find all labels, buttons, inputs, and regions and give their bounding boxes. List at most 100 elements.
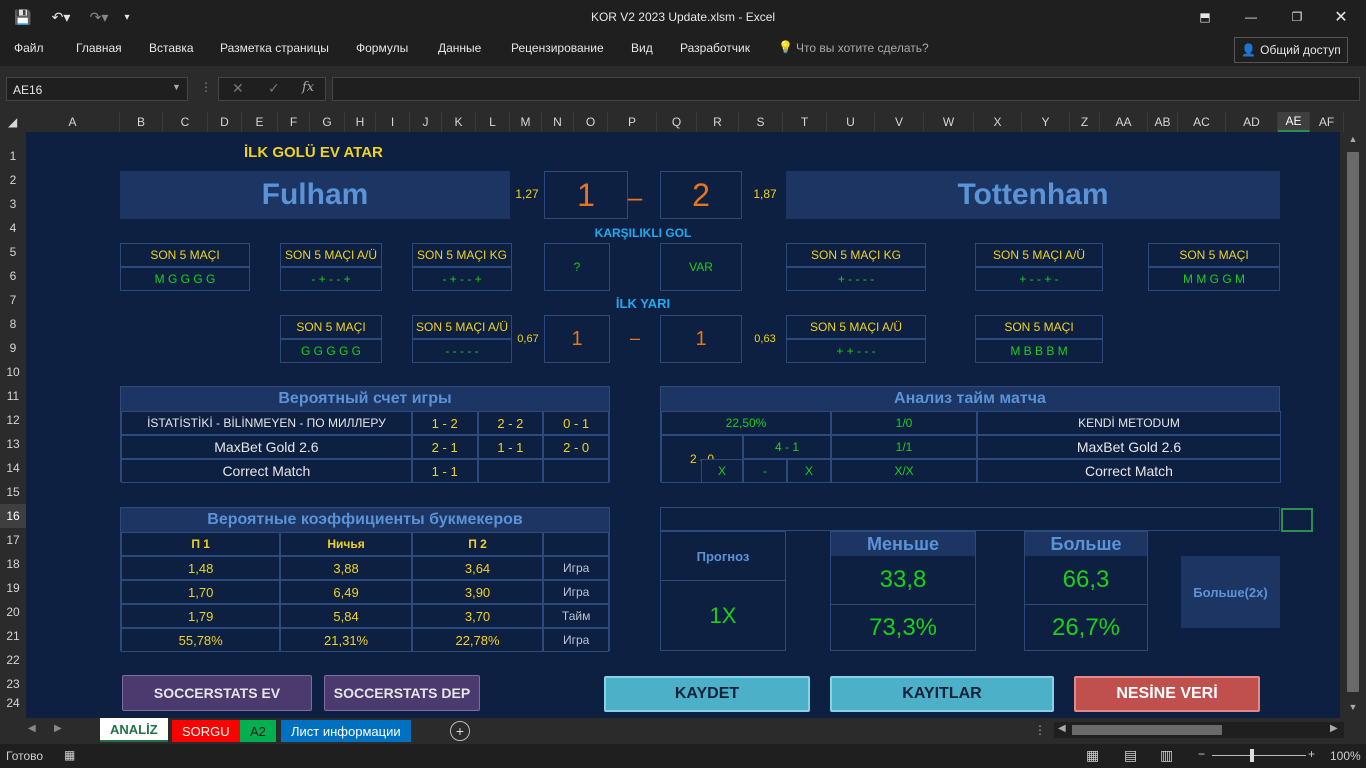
column-header[interactable]: E: [242, 112, 278, 132]
row-header[interactable]: 20: [0, 600, 26, 624]
h-scroll-thumb[interactable]: [1072, 725, 1222, 735]
column-header[interactable]: F: [278, 112, 310, 132]
column-header[interactable]: S: [739, 112, 783, 132]
column-header[interactable]: Q: [657, 112, 697, 132]
column-header[interactable]: V: [875, 112, 924, 132]
sheet-tab-info[interactable]: Лист информации: [281, 720, 411, 742]
column-header[interactable]: W: [924, 112, 974, 132]
row-header[interactable]: 7: [0, 288, 26, 312]
restore-icon[interactable]: ❐: [1286, 7, 1308, 27]
scroll-left-icon[interactable]: ◀: [1058, 723, 1066, 734]
row-header[interactable]: 1: [0, 144, 26, 168]
macro-record-icon[interactable]: ▦: [64, 748, 75, 762]
close-icon[interactable]: ✕: [1330, 7, 1352, 27]
column-header[interactable]: P: [608, 112, 657, 132]
column-header[interactable]: H: [345, 112, 376, 132]
next-sheet-icon[interactable]: ▶: [54, 723, 62, 734]
column-header[interactable]: I: [376, 112, 410, 132]
ribbon-display-icon[interactable]: ⬒: [1194, 7, 1216, 27]
zoom-thumb[interactable]: [1250, 749, 1254, 762]
row-header[interactable]: 10: [0, 360, 26, 384]
prev-sheet-icon[interactable]: ◀: [28, 723, 36, 734]
soccerstats-dep-button[interactable]: SOCCERSTATS DEP: [324, 675, 480, 711]
zoom-slider[interactable]: [1212, 755, 1306, 756]
row-header[interactable]: 23: [0, 672, 26, 696]
column-header[interactable]: X: [974, 112, 1022, 132]
row-header[interactable]: 8: [0, 312, 26, 336]
minimize-icon[interactable]: —: [1240, 7, 1262, 27]
tab-page-layout[interactable]: Разметка страницы: [220, 41, 329, 55]
redo-icon[interactable]: ↷▾: [84, 8, 114, 26]
cancel-icon[interactable]: ✕: [232, 80, 244, 97]
column-header[interactable]: O: [574, 112, 608, 132]
more-dots-icon[interactable]: ⋮: [1034, 723, 1046, 737]
column-header[interactable]: U: [827, 112, 875, 132]
column-header[interactable]: Y: [1022, 112, 1070, 132]
scroll-down-icon[interactable]: ▼: [1345, 702, 1361, 712]
tell-me-box[interactable]: Что вы хотите сделать?: [796, 41, 929, 55]
row-header[interactable]: 18: [0, 552, 26, 576]
row-header[interactable]: 13: [0, 432, 26, 456]
name-box[interactable]: AE16: [6, 77, 188, 101]
chevron-down-icon[interactable]: ▼: [172, 82, 181, 92]
row-header[interactable]: 3: [0, 192, 26, 216]
row-header[interactable]: 5: [0, 240, 26, 264]
column-header[interactable]: Z: [1070, 112, 1100, 132]
column-header[interactable]: A: [26, 112, 120, 132]
row-header[interactable]: 11: [0, 384, 26, 408]
tab-file[interactable]: Файл: [14, 41, 44, 55]
select-all-icon[interactable]: ◢: [8, 115, 17, 129]
row-header[interactable]: 24: [0, 696, 26, 710]
share-button[interactable]: 👤 Общий доступ: [1234, 37, 1348, 63]
row-header[interactable]: 12: [0, 408, 26, 432]
soccerstats-ev-button[interactable]: SOCCERSTATS EV: [122, 675, 312, 711]
page-break-icon[interactable]: ▥: [1160, 747, 1173, 764]
add-sheet-icon[interactable]: +: [450, 721, 470, 741]
zoom-in-icon[interactable]: +: [1308, 747, 1315, 761]
zoom-out-icon[interactable]: −: [1198, 747, 1205, 761]
column-header[interactable]: N: [542, 112, 574, 132]
selected-cell[interactable]: [1281, 508, 1313, 532]
column-header[interactable]: G: [310, 112, 345, 132]
column-header[interactable]: B: [120, 112, 163, 132]
function-icon[interactable]: fx: [302, 80, 314, 95]
kaydet-button[interactable]: KAYDET: [604, 676, 810, 712]
zoom-level[interactable]: 100%: [1330, 749, 1361, 763]
tab-formulas[interactable]: Формулы: [356, 41, 408, 55]
column-header[interactable]: L: [476, 112, 510, 132]
row-header[interactable]: 6: [0, 264, 26, 288]
row-header[interactable]: 16: [0, 504, 26, 528]
undo-icon[interactable]: ↶▾: [46, 8, 76, 26]
tab-data[interactable]: Данные: [438, 41, 481, 55]
save-icon[interactable]: 💾: [14, 8, 32, 26]
column-header[interactable]: AD: [1226, 112, 1278, 132]
enter-icon[interactable]: ✓: [268, 80, 280, 97]
column-header[interactable]: K: [442, 112, 476, 132]
column-header[interactable]: D: [208, 112, 242, 132]
row-header[interactable]: 2: [0, 168, 26, 192]
tab-home[interactable]: Главная: [76, 41, 122, 55]
scroll-up-icon[interactable]: ▲: [1345, 134, 1361, 144]
scroll-right-icon[interactable]: ▶: [1330, 723, 1338, 734]
nesine-button[interactable]: NESİNE VERİ: [1074, 676, 1260, 712]
column-header[interactable]: AE: [1278, 112, 1310, 132]
column-header[interactable]: J: [410, 112, 442, 132]
column-header[interactable]: AA: [1100, 112, 1148, 132]
tab-insert[interactable]: Вставка: [149, 41, 194, 55]
row-header[interactable]: 17: [0, 528, 26, 552]
row-header[interactable]: 4: [0, 216, 26, 240]
row-header[interactable]: 14: [0, 456, 26, 480]
tab-review[interactable]: Рецензирование: [511, 41, 604, 55]
column-header[interactable]: AF: [1310, 112, 1344, 132]
column-header[interactable]: M: [510, 112, 542, 132]
column-header[interactable]: C: [163, 112, 208, 132]
sheet-tab-analiz[interactable]: ANALİZ: [100, 718, 168, 742]
row-header[interactable]: 19: [0, 576, 26, 600]
row-header[interactable]: 15: [0, 480, 26, 504]
formula-input[interactable]: [332, 77, 1360, 101]
tab-developer[interactable]: Разработчик: [680, 41, 750, 55]
sheet-tab-a2[interactable]: A2: [240, 720, 276, 742]
row-header[interactable]: 21: [0, 624, 26, 648]
page-layout-icon[interactable]: ▤: [1124, 747, 1137, 764]
kayitlar-button[interactable]: KAYITLAR: [830, 676, 1054, 712]
